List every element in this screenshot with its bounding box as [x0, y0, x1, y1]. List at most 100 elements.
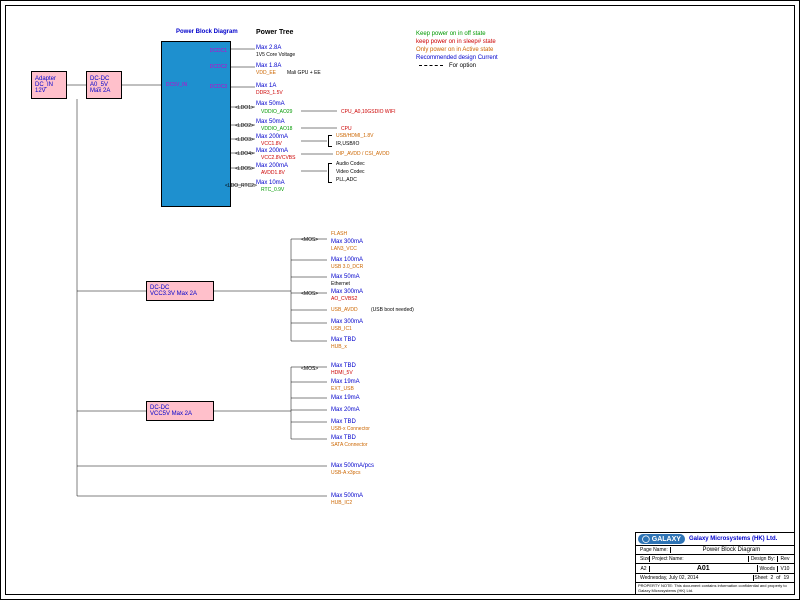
pmu-block: DC5V_IN DCDC1 DCDC2 DCDC3: [161, 41, 231, 207]
rev: V10: [778, 566, 792, 572]
company-logo: ◯ GALAXY: [638, 534, 685, 544]
flash-max: Max 300mA: [331, 239, 363, 245]
legend-active: Only power on in Active state: [416, 47, 493, 53]
max19b: Max 19mA: [331, 395, 360, 401]
diagram-title: Power Block Diagram: [176, 29, 238, 35]
dc2-desc: Mali GPU + EE: [287, 70, 321, 76]
max50: Max 50mA: [331, 274, 360, 280]
ldo2-max: Max 50mA: [256, 119, 285, 125]
mos2-tag: <MOS>: [301, 291, 318, 297]
maxtbd5-2: Max TBD: [331, 419, 356, 425]
dc3-rail: DDR3_1.5V: [256, 90, 283, 96]
legend-option: For option: [449, 63, 476, 69]
dcdc-a05v-block: DC-DC A0_5V Max 2A: [86, 71, 122, 99]
page-name: Power Block Diagram: [671, 547, 792, 553]
lan: LAN3_VCC: [331, 246, 357, 252]
ldo2-peer: CPU: [341, 126, 352, 132]
ldo4-b1: DIP_AVDD / CSI_AVDD: [336, 151, 389, 157]
flash: FLASH: [331, 231, 347, 237]
maxtbd33: Max TBD: [331, 337, 356, 343]
date: Wednesday, July 02, 2014: [638, 575, 754, 581]
ldo3-bracket: [328, 135, 332, 147]
design: Woods: [758, 566, 778, 572]
legend-sleep: keep power on in sleep# state: [416, 39, 496, 45]
dcdc33-l2: VCC3.3V Max 2A: [150, 291, 210, 297]
ldo1-rail: VDDIO_AO29: [261, 109, 292, 115]
pmu-dcdc3: DCDC3: [210, 84, 227, 90]
usb-ic: USB_IC1: [331, 326, 352, 332]
ldortc-rail: RTC_0.9V: [261, 187, 284, 193]
ldo4-tag: <LDO4>: [235, 151, 254, 157]
max300b: Max 300mA: [331, 289, 363, 295]
usba: USB-A x3pcs: [331, 470, 360, 476]
ldo5-bracket: [328, 163, 332, 183]
size: A2: [638, 566, 650, 572]
proj-lbl: Project Name:: [650, 556, 749, 562]
ldo1-peer: CPU_A0,10GSDIO WIFI: [341, 109, 395, 115]
maxtbd5-3: Max TBD: [331, 435, 356, 441]
ldo2-tag: <LDO2>: [235, 123, 254, 129]
dc2-rail: VDD_EE: [256, 70, 276, 76]
power-tree-label: Power Tree: [256, 29, 293, 36]
ldo3-b1: USB/HDMI_1.8V: [336, 133, 374, 139]
dc3-max: Max 1A: [256, 83, 276, 89]
ldo1-tag: <LDO1>: [235, 105, 254, 111]
legend-off: Keep power on in off state: [416, 31, 486, 37]
dc1-max: Max 2.8A: [256, 45, 281, 51]
rev-lbl: Rev: [778, 556, 792, 562]
usb30dcr: USB 3.0_DCR: [331, 264, 363, 270]
ldortc-max: Max 10mA: [256, 180, 285, 186]
adapter-block: Adapter DC_IN 12V: [31, 71, 67, 99]
ldo5-b3: PLL,ADC: [336, 177, 357, 183]
sheet-lbl: Sheet: [754, 575, 767, 581]
ext-usb: EXT_USB: [331, 386, 354, 392]
mos1-tag: <MOS>: [301, 237, 318, 243]
size-lbl: Size: [638, 556, 650, 562]
ldo3-max: Max 200mA: [256, 134, 288, 140]
title-block: ◯ GALAXY Galaxy Microsystems (HK) Ltd. P…: [635, 532, 795, 595]
legend-option-line: [419, 65, 443, 66]
hub5: HUB_IC2: [331, 500, 352, 506]
hub33: HUB_x: [331, 344, 347, 350]
page-name-lbl: Page Name:: [638, 547, 671, 553]
dcdc33-block: DC-DC VCC3.3V Max 2A: [146, 281, 214, 301]
pmu-dc5v: DC5V_IN: [166, 82, 187, 88]
proj: A01: [650, 565, 758, 572]
maxtbd5-1: Max TBD: [331, 363, 356, 369]
design-lbl: Design By:: [749, 556, 778, 562]
max300c: Max 300mA: [331, 319, 363, 325]
aocvbs: AO_CVBS2: [331, 296, 357, 302]
pmu-dcdc2: DCDC2: [210, 64, 227, 70]
max20: Max 20mA: [331, 407, 360, 413]
hdmi5v: HDMI_5V: [331, 370, 353, 376]
ldo4-max: Max 200mA: [256, 148, 288, 154]
max100: Max 100mA: [331, 257, 363, 263]
usb-boot: (USB boot needed): [371, 307, 414, 313]
dcdc5-l2: VCC5V Max 2A: [150, 411, 210, 417]
ldortc-tag: <LDO_RTC2>: [225, 183, 257, 189]
ldo2-rail: VDDIO_AO18: [261, 126, 292, 132]
dcdc0-l3: Max 2A: [90, 88, 118, 94]
ldo3-rail: VCC1.8V: [261, 141, 282, 147]
satax-conn: SATA Connector: [331, 442, 368, 448]
property-note: PROPERTY NOTE: This document contains in…: [638, 584, 792, 593]
pmu-dcdc1: DCDC1: [210, 48, 227, 54]
ldo5-rail: AVDD1.8V: [261, 170, 285, 176]
ldo5-b2: Video Codec: [336, 169, 365, 175]
dcdc5-block: DC-DC VCC5V Max 2A: [146, 401, 214, 421]
usb-avdd: USB_AVDD: [331, 307, 358, 313]
max19a: Max 19mA: [331, 379, 360, 385]
mos5-tag: <MOS>: [301, 366, 318, 372]
ldo5-max: Max 200mA: [256, 163, 288, 169]
ldo4-rail: VCC2.8VCVBS: [261, 155, 295, 161]
company-name: Galaxy Microsystems (HK) Ltd.: [689, 536, 777, 542]
ldo5-tag: <LDO5>: [235, 166, 254, 172]
ldo5-b1: Audio Codec: [336, 161, 365, 167]
dc1-desc: 1V5 Core Voltage: [256, 52, 295, 58]
usbx-conn: USB-x Connector: [331, 426, 370, 432]
max500-usba: Max 500mA/pcs: [331, 463, 374, 469]
ldo3-tag: <LDO3>: [235, 137, 254, 143]
adapter-l3: 12V: [35, 88, 63, 94]
dc2-max: Max 1.8A: [256, 63, 281, 69]
ldo3-b2: IR,USB/IO: [336, 141, 359, 147]
